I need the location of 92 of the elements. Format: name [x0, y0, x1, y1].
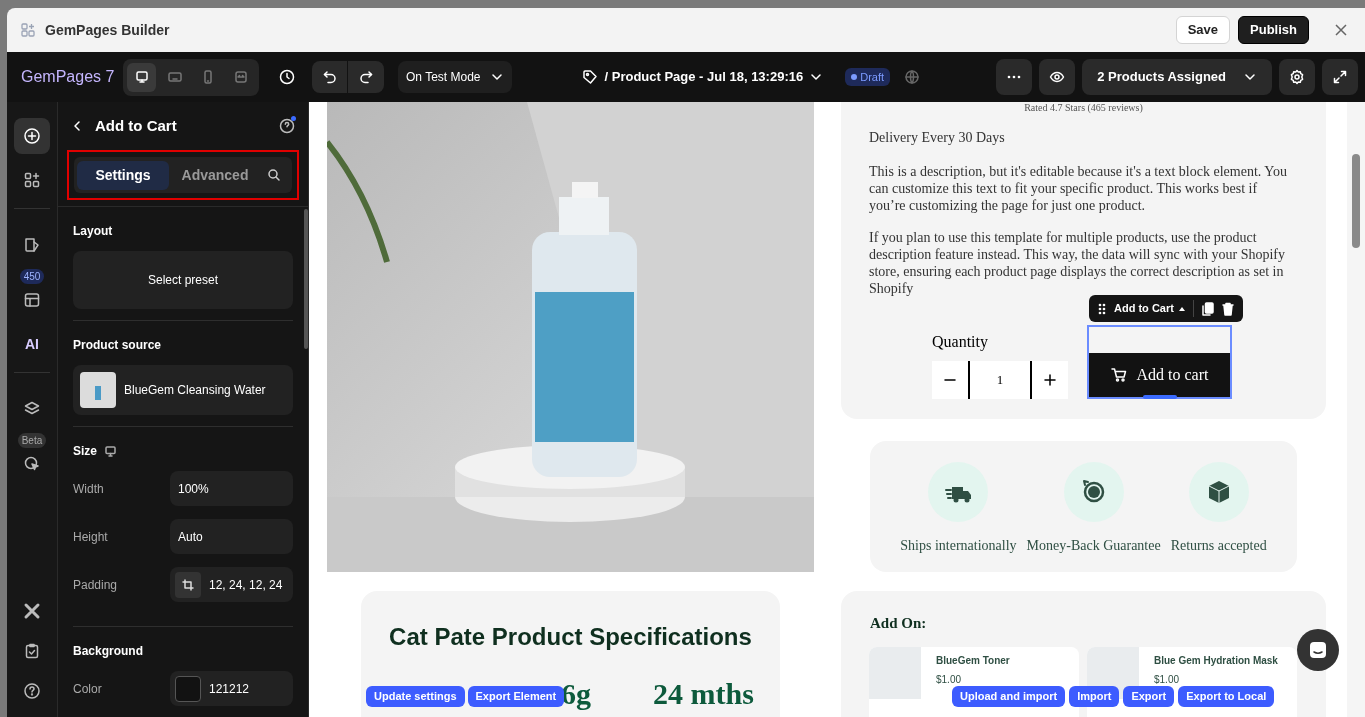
feature-label: Returns accepted	[1170, 537, 1267, 555]
drag-handle-icon[interactable]	[1098, 302, 1106, 315]
elements-icon	[23, 171, 41, 189]
chat-icon	[1308, 640, 1328, 660]
app-icon	[21, 23, 35, 37]
redo-icon	[359, 70, 373, 84]
x-logo-icon	[23, 602, 41, 620]
fit-icon	[232, 69, 249, 85]
rating-text: Rated 4.7 Stars (465 reviews)	[1023, 102, 1144, 114]
field-label: Padding	[73, 576, 119, 594]
cursor-icon	[23, 455, 41, 473]
back-icon[interactable]	[71, 120, 83, 132]
search-icon[interactable]	[267, 168, 281, 182]
action-button[interactable]: Export to Local	[1178, 686, 1275, 707]
pages-icon	[23, 236, 41, 254]
eye-icon	[1049, 69, 1066, 85]
action-button[interactable]: Upload and import	[952, 686, 1066, 707]
expand-button[interactable]	[1322, 59, 1358, 95]
cart-icon	[1110, 367, 1127, 383]
section-title: Size	[73, 443, 97, 460]
spec-value: 24 mths	[653, 679, 754, 709]
expand-icon	[1332, 69, 1348, 85]
input-field[interactable]: Auto	[170, 519, 293, 554]
section-title: Background	[73, 643, 143, 660]
add-to-cart-button[interactable]: Add to cart	[1089, 353, 1230, 397]
desktop-icon	[133, 69, 150, 85]
product-source-picker[interactable]: BlueGem Cleansing Water	[73, 365, 293, 415]
description-text: This is a description, but it's editable because it's a text block element. You can customize this text to fit your specific product. This works best if you’re customizing the page for just one product.	[869, 163, 1288, 214]
panel-tab[interactable]: Advanced	[169, 160, 261, 190]
product-thumbnail	[80, 372, 116, 408]
section-title: Layout	[73, 223, 113, 240]
specs-heading: Cat Pate Product Specifications	[388, 622, 753, 652]
checklist-icon	[23, 642, 41, 660]
color-swatch	[175, 675, 201, 702]
action-button[interactable]: Export	[1123, 686, 1175, 707]
help-icon	[23, 682, 41, 700]
trash-icon[interactable]	[1221, 301, 1234, 316]
panel-title: Add to Cart	[95, 115, 178, 136]
preview-button[interactable]	[1039, 59, 1076, 95]
status-badge: Draft	[845, 68, 891, 86]
tag-icon	[582, 69, 599, 85]
select-preset-button[interactable]: Select preset	[73, 251, 293, 309]
input-field[interactable]: 100%	[170, 471, 293, 506]
add-icon	[23, 127, 41, 145]
quantity-label: Quantity	[932, 332, 989, 353]
help-icon[interactable]	[279, 118, 295, 134]
undo-icon	[322, 70, 337, 84]
product-price: $1.00	[1154, 672, 1181, 687]
monitor-icon	[104, 444, 117, 458]
input-field[interactable]: 12, 24, 12, 24	[170, 567, 293, 602]
duplicate-icon[interactable]	[1201, 301, 1214, 316]
product-price: $1.00	[936, 672, 963, 687]
close-icon[interactable]	[1335, 24, 1347, 36]
product-name: BlueGem Toner	[936, 653, 1010, 668]
feature-label: Ships internationally	[900, 537, 1017, 555]
globe-icon[interactable]	[904, 69, 921, 85]
chat-button[interactable]	[1297, 629, 1339, 671]
ai-button[interactable]: AI	[14, 326, 50, 362]
count-badge: 450	[19, 269, 45, 284]
save-button[interactable]: Save	[1175, 16, 1231, 44]
caret-up-icon	[1178, 306, 1185, 311]
delivery-text: Delivery Every 30 Days	[869, 129, 1006, 147]
field-label: Height	[73, 528, 109, 546]
add-button[interactable]	[14, 118, 50, 154]
action-button[interactable]: Update settings	[366, 686, 465, 707]
field-label: Color	[73, 680, 103, 698]
assigned-products-dropdown[interactable]: 2 Products Assigned	[1082, 59, 1272, 95]
templates-icon	[23, 291, 41, 309]
gear-icon	[1289, 69, 1305, 85]
field-label: Width	[73, 480, 105, 498]
input-field[interactable]: 121212	[170, 671, 293, 706]
beta-badge: Beta	[17, 433, 47, 448]
scrollbar[interactable]	[1347, 102, 1365, 717]
element-name-dropdown[interactable]: Add to Cart	[1114, 300, 1194, 317]
description-text: If you plan to use this template for multiple products, use the product description feature instead. This way, the data will sync with your Shopify store, ensuring each product page displays the correct description as set in Shopify	[869, 229, 1287, 297]
publish-button[interactable]: Publish	[1238, 16, 1309, 44]
plus-icon	[1043, 373, 1057, 387]
mode-dropdown[interactable]: On Test Mode	[398, 61, 513, 93]
desktop-view-button[interactable]	[127, 62, 156, 92]
feature-label: Money-Back Guarantee	[1026, 537, 1161, 555]
page-title-dropdown[interactable]: / Product Page - Jul 18, 13:29:16	[582, 67, 824, 87]
window-title: GemPages Builder	[45, 20, 170, 40]
padding-icon	[182, 578, 194, 591]
product-name: Blue Gem Hydration Mask	[1154, 653, 1278, 668]
action-button[interactable]: Import	[1069, 686, 1120, 707]
history-icon[interactable]	[279, 69, 295, 85]
logo: GemPages 7	[21, 67, 116, 87]
section-title: Product source	[73, 337, 162, 354]
add-on-heading: Add On:	[870, 614, 928, 633]
settings-button[interactable]	[1279, 59, 1315, 95]
tablet-icon	[166, 69, 183, 85]
panel-tab[interactable]: Settings	[77, 160, 169, 190]
